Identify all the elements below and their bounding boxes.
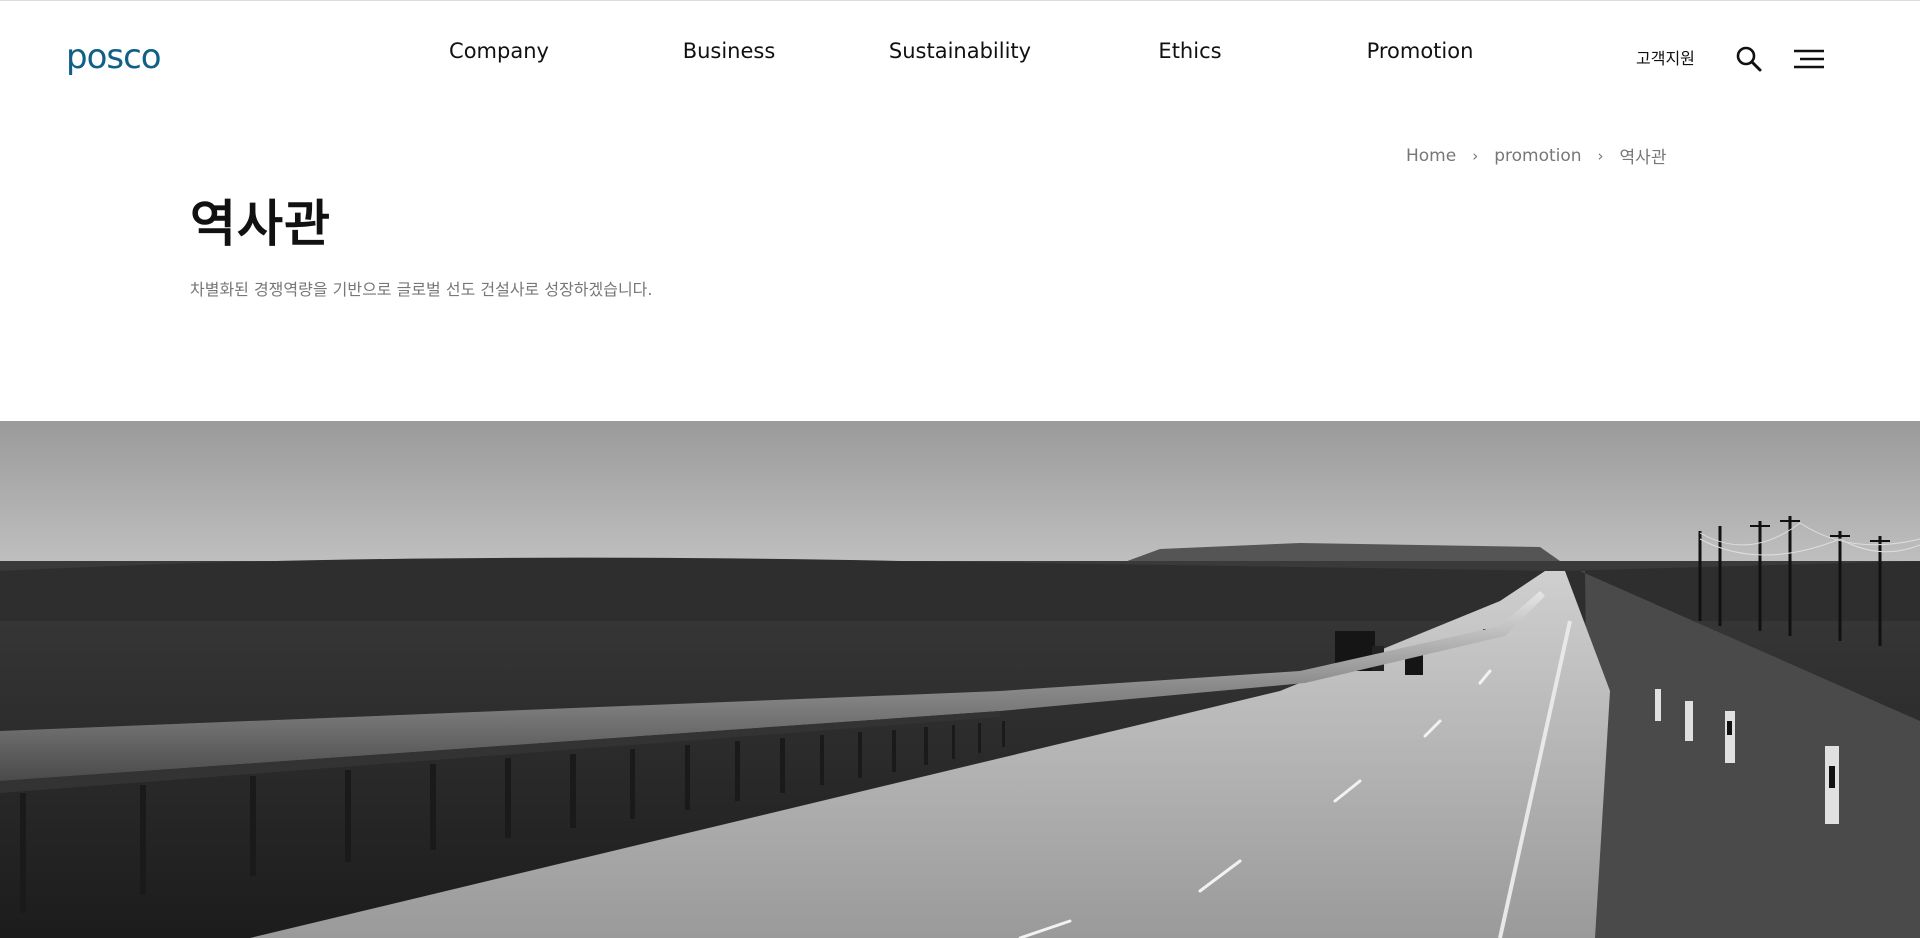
chevron-right-icon: ›: [1472, 146, 1479, 165]
breadcrumb: Home › promotion › 역사관: [1406, 143, 1667, 169]
page-subtitle: 차별화된 경쟁역량을 기반으로 글로벌 선도 건설사로 성장하겠습니다.: [190, 280, 653, 299]
hamburger-menu-icon[interactable]: [1794, 49, 1824, 71]
nav-ethics[interactable]: Ethics: [1100, 39, 1280, 63]
nav-sustainability[interactable]: Sustainability: [870, 39, 1050, 63]
chevron-right-icon: ›: [1597, 146, 1604, 165]
site-header: posco Company Business Sustainability Et…: [0, 0, 1920, 108]
customer-support-link[interactable]: 고객지원: [1636, 45, 1695, 69]
nav-promotion[interactable]: Promotion: [1330, 39, 1510, 63]
nav-company[interactable]: Company: [409, 39, 589, 63]
breadcrumb-current: 역사관: [1619, 148, 1667, 168]
breadcrumb-home[interactable]: Home: [1406, 146, 1456, 166]
main-nav: Company Business Sustainability Ethics P…: [0, 39, 1920, 67]
breadcrumb-promotion[interactable]: promotion: [1494, 146, 1581, 166]
nav-business[interactable]: Business: [639, 39, 819, 63]
hero-image: [0, 421, 1920, 938]
search-icon[interactable]: [1735, 45, 1763, 73]
page-title: 역사관: [190, 195, 331, 253]
